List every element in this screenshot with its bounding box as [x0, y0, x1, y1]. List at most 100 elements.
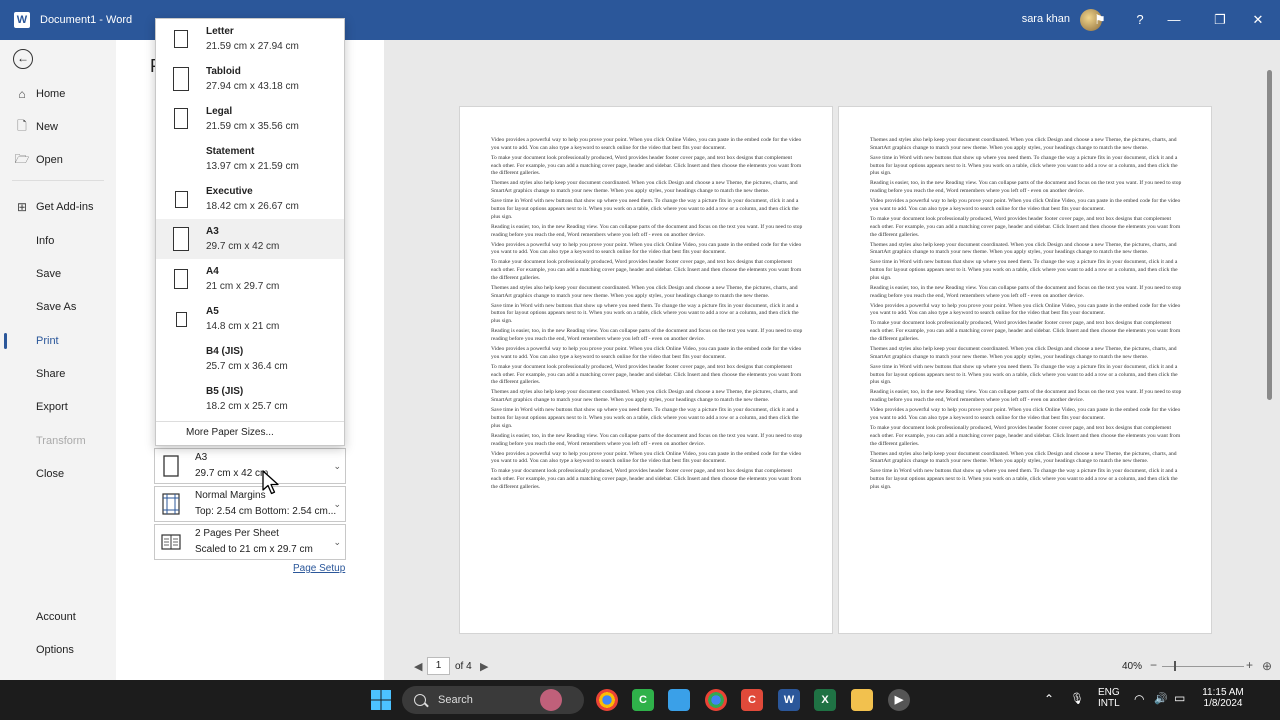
paper-option-legal[interactable]: Legal 21.59 cm x 35.56 cm: [156, 99, 344, 139]
paper-option-a4[interactable]: A4 21 cm x 29.7 cm: [156, 259, 344, 299]
page-paragraph: Save time in Word with new buttons that …: [870, 259, 1178, 281]
back-arrow-icon[interactable]: ←: [13, 49, 33, 69]
notepad-icon[interactable]: [668, 689, 690, 711]
nav-item-label: New: [36, 121, 59, 133]
paper-option-size: 29.7 cm x 42 cm: [206, 241, 280, 252]
preview-page-right: Themes and styles also help keep your do…: [838, 106, 1212, 634]
chevron-down-icon: ⌄: [333, 461, 341, 471]
battery-icon[interactable]: ▭: [1174, 691, 1185, 705]
feedback-icon[interactable]: ⚑: [1090, 10, 1110, 30]
margins-icon: [162, 493, 180, 515]
minimize-icon[interactable]: —: [1164, 10, 1184, 30]
clock[interactable]: 11:15 AM 1/8/2024: [1196, 687, 1250, 709]
paper-option-name: Executive: [206, 186, 253, 197]
nav-item-label: Save: [36, 268, 62, 280]
nav-item-info[interactable]: Info: [0, 227, 116, 255]
nav-item-get-add-ins[interactable]: ⊞ Get Add-ins: [0, 193, 116, 221]
chevron-down-icon: ⌄: [333, 499, 341, 509]
paper-option-b4-jis[interactable]: B4 (JIS) 25.7 cm x 36.4 cm: [156, 339, 344, 379]
nav-item-save-as[interactable]: Save As: [0, 293, 116, 321]
page-paragraph: Themes and styles also help keep your do…: [491, 180, 798, 195]
preview-navigation: ◀ 1 of 4 ▶ 40% − + ⊕: [384, 654, 1280, 680]
page-paragraph: Themes and styles also help keep your do…: [491, 389, 798, 404]
windows-start-icon[interactable]: [370, 689, 392, 711]
nav-item-home[interactable]: ⌂ Home: [0, 80, 116, 108]
help-icon[interactable]: ?: [1130, 10, 1150, 30]
page-paragraph: To make your document look professionall…: [491, 468, 802, 490]
paper-option-tabloid[interactable]: Tabloid 27.94 cm x 43.18 cm: [156, 59, 344, 99]
paper-option-executive[interactable]: Executive 18.42 cm x 26.67 cm: [156, 179, 344, 219]
nav-item-save[interactable]: Save: [0, 260, 116, 288]
page-paragraph: Reading is easier, too, in the new Readi…: [491, 432, 803, 447]
nav-item-open[interactable]: 🗁 Open: [0, 146, 116, 174]
wifi-icon[interactable]: ◠: [1134, 692, 1144, 706]
nav-item-label: Close: [36, 468, 65, 480]
home-icon: ⌂: [18, 87, 26, 101]
chevron-up-icon[interactable]: ⌃: [1044, 692, 1054, 706]
page-paragraph: Themes and styles also help keep your do…: [491, 284, 798, 299]
zoom-out-icon[interactable]: −: [1150, 658, 1157, 672]
camtasia-icon[interactable]: C: [741, 689, 763, 711]
pages-per-sheet-select[interactable]: 2 Pages Per Sheet Scaled to 21 cm x 29.7…: [154, 524, 346, 560]
nav-item-label: Get Add-ins: [36, 201, 94, 213]
nav-item-share[interactable]: Share: [0, 360, 116, 388]
nav-item-close[interactable]: Close: [0, 460, 116, 488]
paper-size-dropdown: Letter 21.59 cm x 27.94 cm Tabloid 27.94…: [155, 18, 345, 446]
chrome-icon[interactable]: [596, 689, 618, 711]
microphone-icon[interactable]: 🎙: [1070, 692, 1084, 705]
paper-option-size: 25.7 cm x 36.4 cm: [206, 361, 288, 372]
more-paper-sizes[interactable]: More Paper Sizes...: [186, 427, 274, 438]
camtasia-icon[interactable]: C: [632, 689, 654, 711]
pages-per-sheet-name: 2 Pages Per Sheet: [195, 528, 279, 539]
new-document-icon: 🗋: [17, 118, 27, 133]
nav-item-label: Home: [36, 88, 66, 100]
page-portrait-icon: [174, 30, 188, 48]
excel-icon[interactable]: X: [814, 689, 836, 711]
page-paragraph: Themes and styles also help keep your do…: [870, 137, 1177, 151]
page-paragraph: Video provides a powerful way to help yo…: [491, 241, 802, 256]
page-setup-link[interactable]: Page Setup: [293, 563, 345, 574]
pages-per-sheet-icon: [161, 534, 181, 550]
page-text: Themes and styles also help keep your do…: [870, 137, 1182, 607]
margins-select[interactable]: Normal Margins Top: 2.54 cm Bottom: 2.54…: [154, 486, 346, 522]
page-paragraph: Themes and styles also help keep your do…: [870, 346, 1177, 360]
scrollbar-thumb[interactable]: [1267, 70, 1272, 400]
paper-option-letter[interactable]: Letter 21.59 cm x 27.94 cm: [156, 19, 344, 59]
paper-option-statement[interactable]: Statement 13.97 cm x 21.59 cm: [156, 139, 344, 179]
close-icon[interactable]: ✕: [1248, 10, 1268, 30]
preview-page-left: Video provides a powerful way to help yo…: [459, 106, 833, 634]
paper-option-name: Statement: [206, 146, 255, 157]
word-icon[interactable]: W: [778, 689, 800, 711]
speaker-icon[interactable]: 🔊: [1154, 692, 1168, 705]
page-paragraph: Save time in Word with new buttons that …: [870, 154, 1178, 177]
page-paragraph: Video provides a powerful way to help yo…: [491, 450, 802, 465]
nav-item-account[interactable]: Account: [0, 603, 116, 631]
paper-option-name: Tabloid: [206, 66, 241, 77]
file-explorer-icon[interactable]: [851, 689, 873, 711]
paper-option-b5-jis[interactable]: B5 (JIS) 18.2 cm x 25.7 cm: [156, 379, 344, 419]
nav-item-new[interactable]: 🗋 New: [0, 113, 116, 141]
nav-item-transform: Transform: [0, 427, 116, 455]
paper-option-a3[interactable]: A3 29.7 cm x 42 cm: [156, 219, 344, 259]
next-page-icon[interactable]: ▶: [480, 660, 488, 673]
preview-scrollbar[interactable]: [1267, 60, 1273, 650]
zoom-slider-thumb[interactable]: [1174, 661, 1176, 671]
zoom-to-page-icon[interactable]: ⊕: [1262, 659, 1272, 673]
zoom-level[interactable]: 40%: [1122, 661, 1142, 672]
media-player-icon[interactable]: ▶: [888, 689, 910, 711]
nav-item-print[interactable]: Print: [0, 327, 116, 355]
zoom-in-icon[interactable]: +: [1246, 658, 1253, 672]
language-indicator[interactable]: ENG INTL: [1098, 687, 1120, 709]
user-name[interactable]: sara khan: [1022, 13, 1070, 25]
margins-name: Normal Margins: [195, 490, 266, 501]
copilot-icon[interactable]: [540, 689, 562, 711]
restore-icon[interactable]: ❐: [1210, 10, 1230, 30]
previous-page-icon[interactable]: ◀: [414, 660, 422, 673]
nav-item-export[interactable]: Export: [0, 393, 116, 421]
paper-option-a5[interactable]: A5 14.8 cm x 21 cm: [156, 299, 344, 339]
chrome-icon[interactable]: [705, 689, 727, 711]
paper-size-select[interactable]: A3 29.7 cm x 42 cm ⌄: [154, 448, 346, 484]
nav-item-options[interactable]: Options: [0, 636, 116, 664]
nav-item-label: Account: [36, 611, 76, 623]
current-page-input[interactable]: 1: [427, 657, 450, 675]
